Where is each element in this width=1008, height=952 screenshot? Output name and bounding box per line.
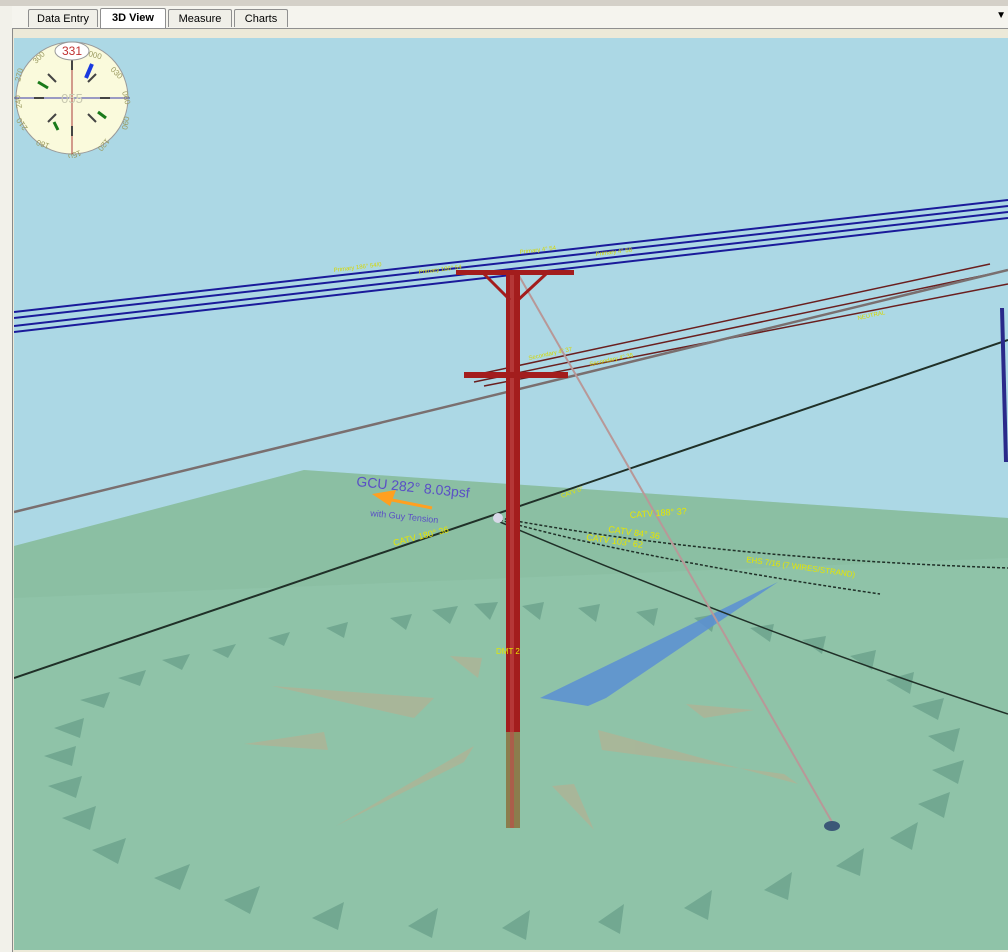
- tab-measure[interactable]: Measure: [168, 9, 232, 27]
- compass-widget[interactable]: 331 055 300 270 240 210 180 150 120 090 …: [14, 38, 132, 158]
- pole-highlight: [510, 272, 514, 828]
- adjacent-pole-edge: [1000, 307, 1008, 463]
- top-crossarm: [456, 270, 574, 275]
- 3d-viewport[interactable]: Primary 186° 54/0 Primary 186° 54 Primar…: [14, 38, 1008, 950]
- scene: Primary 186° 54/0 Primary 186° 54 Primar…: [14, 199, 1008, 950]
- crossarm-brace-right: [516, 272, 548, 302]
- left-panel-edge: [0, 6, 13, 952]
- compass-center-reading: 055: [61, 91, 83, 106]
- guy-anchor: [824, 821, 840, 831]
- secondary-crossarm: [464, 372, 568, 378]
- tab-list-dropdown-icon[interactable]: ▼: [996, 10, 1006, 21]
- compass-top-reading: 331: [62, 44, 82, 58]
- tab-charts[interactable]: Charts: [234, 9, 288, 27]
- attachment-hardware: [493, 513, 503, 523]
- tab-3d-view[interactable]: 3D View: [100, 8, 166, 28]
- tab-bar: Data Entry 3D View Measure Charts ▼: [12, 6, 1008, 29]
- pole-label: DMT 2: [496, 647, 520, 656]
- svg-text:Primary 4° 54: Primary 4° 54: [520, 246, 558, 256]
- tab-data-entry[interactable]: Data Entry: [28, 9, 98, 27]
